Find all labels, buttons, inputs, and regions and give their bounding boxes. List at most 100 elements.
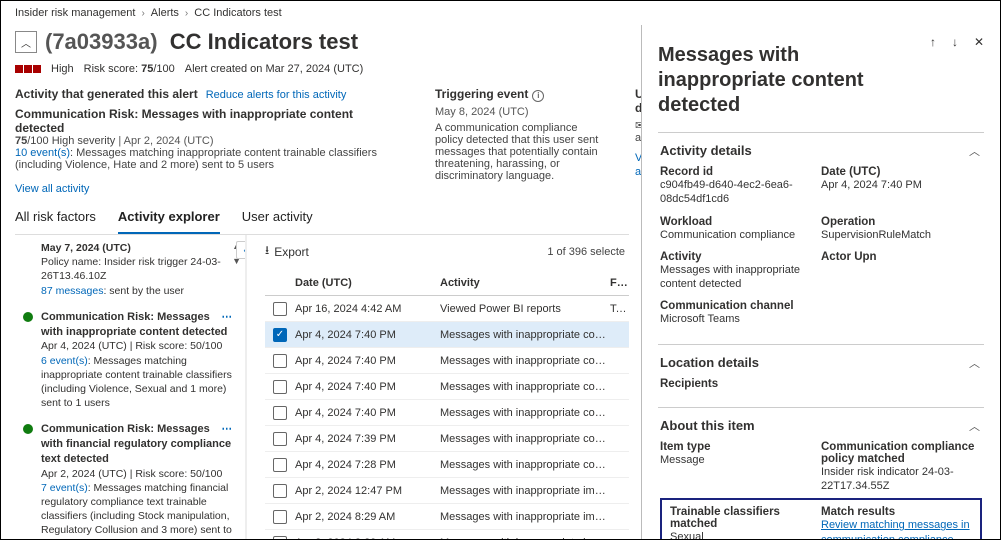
row-date: Apr 2, 2024 8:29 AM xyxy=(295,511,440,523)
close-icon[interactable]: ✕ xyxy=(974,35,984,49)
section-about-item: About this item ︿ Item typeMessage Commu… xyxy=(658,407,984,539)
record-id-value: c904fb49-d640-4ec2-6ea6-08dc54df1cd6 xyxy=(660,178,821,207)
chevron-up-icon[interactable]: ︿ xyxy=(969,143,980,159)
arrow-down-icon[interactable]: ↓ xyxy=(952,35,958,49)
policy-sev-line: 75/100 High severity | Apr 2, 2024 (UTC) xyxy=(15,135,405,147)
collapse-icon[interactable]: ︿ xyxy=(15,31,37,53)
channel-label: Communication channel xyxy=(660,300,982,312)
selection-counter: 1 of 396 selecte xyxy=(547,246,625,258)
timeline: ▲▼ ‹ May 7, 2024 (UTC)Policy name: Insid… xyxy=(15,235,247,539)
about-item-head[interactable]: About this item xyxy=(660,418,982,433)
row-date: Apr 16, 2024 4:42 AM xyxy=(295,303,440,315)
timeline-item[interactable]: ⋯Communication Risk: Messages with finan… xyxy=(15,420,239,539)
timeline-item[interactable]: May 7, 2024 (UTC)Policy name: Insider ri… xyxy=(15,239,239,308)
table-row[interactable]: Apr 4, 2024 7:28 PMMessages with inappro… xyxy=(265,452,629,478)
operation-label: Operation xyxy=(821,216,982,228)
workload-value: Communication compliance xyxy=(660,228,821,242)
classifiers-label: Trainable classifiers matched xyxy=(670,506,821,530)
checkbox[interactable]: ✓ xyxy=(273,328,287,342)
row-file: Test-Report-1 xyxy=(610,303,629,315)
checkbox[interactable] xyxy=(273,406,287,420)
recipients-label: Recipients xyxy=(660,378,982,390)
timeline-events-link[interactable]: 7 event(s) xyxy=(41,482,88,494)
activity-value: Messages with inappropriate content dete… xyxy=(660,263,821,292)
date-label: Date (UTC) xyxy=(821,166,982,178)
more-icon[interactable]: ⋯ xyxy=(222,422,234,436)
table-row[interactable]: Apr 4, 2024 7:40 PMMessages with inappro… xyxy=(265,400,629,426)
actor-upn-label: Actor Upn xyxy=(821,251,982,263)
row-date: Apr 2, 2024 12:47 PM xyxy=(295,485,440,497)
row-activity: Messages with inappropriate content … xyxy=(440,329,610,341)
breadcrumb-alerts[interactable]: Alerts xyxy=(151,7,179,19)
table-row[interactable]: Apr 4, 2024 7:39 PMMessages with inappro… xyxy=(265,426,629,452)
policy-title: Communication Risk: Messages with inappr… xyxy=(15,107,405,135)
table-row[interactable]: Apr 16, 2024 4:42 AMViewed Power BI repo… xyxy=(265,296,629,322)
row-activity: Messages with inappropriate images … xyxy=(440,511,610,523)
row-activity: Viewed Power BI reports xyxy=(440,303,610,315)
activity-details-head[interactable]: Activity details xyxy=(660,143,982,158)
breadcrumb-current: CC Indicators test xyxy=(194,7,281,19)
trigger-date: May 8, 2024 (UTC) xyxy=(435,106,605,118)
reduce-alerts-link[interactable]: Reduce alerts for this activity xyxy=(206,89,347,101)
row-date: Apr 4, 2024 7:40 PM xyxy=(295,407,440,419)
col-activity[interactable]: Activity xyxy=(440,277,610,289)
checkbox[interactable] xyxy=(273,302,287,316)
export-button[interactable]: ⭳Export xyxy=(265,241,309,262)
view-all-activity-link[interactable]: View all activity xyxy=(15,183,89,195)
item-type-value: Message xyxy=(660,453,821,467)
date-value: Apr 4, 2024 7:40 PM xyxy=(821,178,982,192)
chevron-right-icon: › xyxy=(185,8,188,19)
channel-value: Microsoft Teams xyxy=(660,312,982,326)
location-details-head[interactable]: Location details xyxy=(660,355,982,370)
timeline-events-link[interactable]: 6 event(s) xyxy=(41,355,88,367)
row-date: Apr 4, 2024 7:40 PM xyxy=(295,381,440,393)
row-activity: Messages with inappropriate content … xyxy=(440,407,610,419)
status-dot-icon xyxy=(23,424,33,434)
breadcrumb: Insider risk management › Alerts › CC In… xyxy=(1,1,1000,25)
more-icon[interactable]: ⋯ xyxy=(222,310,234,324)
table-row[interactable]: Apr 2, 2024 8:29 AMMessages with inappro… xyxy=(265,530,629,539)
severity-icon xyxy=(15,65,41,73)
checkbox[interactable] xyxy=(273,380,287,394)
detail-flyout: ↑ ↓ ✕ Messages with inappropriate conten… xyxy=(641,25,1000,539)
alert-id: (7a03933a) xyxy=(45,29,158,54)
tab-activity-explorer[interactable]: Activity explorer xyxy=(118,203,220,234)
operation-value: SupervisionRuleMatch xyxy=(821,228,982,242)
tab-user-activity[interactable]: User activity xyxy=(242,203,313,234)
events-link[interactable]: 10 event(s) xyxy=(15,147,70,159)
table-row[interactable]: Apr 2, 2024 12:47 PMMessages with inappr… xyxy=(265,478,629,504)
alert-detail: ︿ (7a03933a) CC Indicators test High Ris… xyxy=(1,25,641,539)
row-activity: Messages with inappropriate content … xyxy=(440,459,610,471)
table-row[interactable]: Apr 4, 2024 7:40 PMMessages with inappro… xyxy=(265,374,629,400)
checkbox[interactable] xyxy=(273,510,287,524)
info-icon[interactable]: i xyxy=(532,90,544,102)
classifiers-value: Sexual xyxy=(670,530,821,539)
table-row[interactable]: Apr 2, 2024 8:29 AMMessages with inappro… xyxy=(265,504,629,530)
workload-label: Workload xyxy=(660,216,821,228)
section-activity-details: Activity details ︿ Record idc904fb49-d64… xyxy=(658,132,984,344)
col-date[interactable]: Date (UTC) xyxy=(295,277,440,289)
alert-created: Alert created on Mar 27, 2024 (UTC) xyxy=(185,63,364,75)
row-activity: Messages with inappropriate images … xyxy=(440,485,610,497)
arrow-up-icon[interactable]: ↑ xyxy=(930,35,936,49)
generated-activity-head: Activity that generated this alert xyxy=(15,87,198,101)
timeline-item[interactable]: ⋯Communication Risk: Messages with inapp… xyxy=(15,308,239,421)
checkbox[interactable] xyxy=(273,458,287,472)
checkbox[interactable] xyxy=(273,536,287,540)
tab-risk-factors[interactable]: All risk factors xyxy=(15,203,96,234)
timeline-events-link[interactable]: 87 messages xyxy=(41,285,103,297)
breadcrumb-root[interactable]: Insider risk management xyxy=(15,7,135,19)
flyout-title: Messages with inappropriate content dete… xyxy=(658,43,924,118)
page-title: (7a03933a) CC Indicators test xyxy=(45,29,358,55)
col-file[interactable]: File name xyxy=(610,277,629,289)
checkbox[interactable] xyxy=(273,354,287,368)
checkbox[interactable] xyxy=(273,432,287,446)
chevron-up-icon[interactable]: ︿ xyxy=(969,418,980,434)
table-row[interactable]: ✓ Apr 4, 2024 7:40 PMMessages with inappr… xyxy=(265,322,629,348)
checkbox[interactable] xyxy=(273,484,287,498)
chevron-up-icon[interactable]: ︿ xyxy=(969,355,980,371)
review-messages-link[interactable]: Review matching messages in communicatio… xyxy=(821,519,970,539)
row-date: Apr 4, 2024 7:40 PM xyxy=(295,329,440,341)
table-header: Date (UTC) Activity File name xyxy=(265,270,629,296)
table-row[interactable]: Apr 4, 2024 7:40 PMMessages with inappro… xyxy=(265,348,629,374)
